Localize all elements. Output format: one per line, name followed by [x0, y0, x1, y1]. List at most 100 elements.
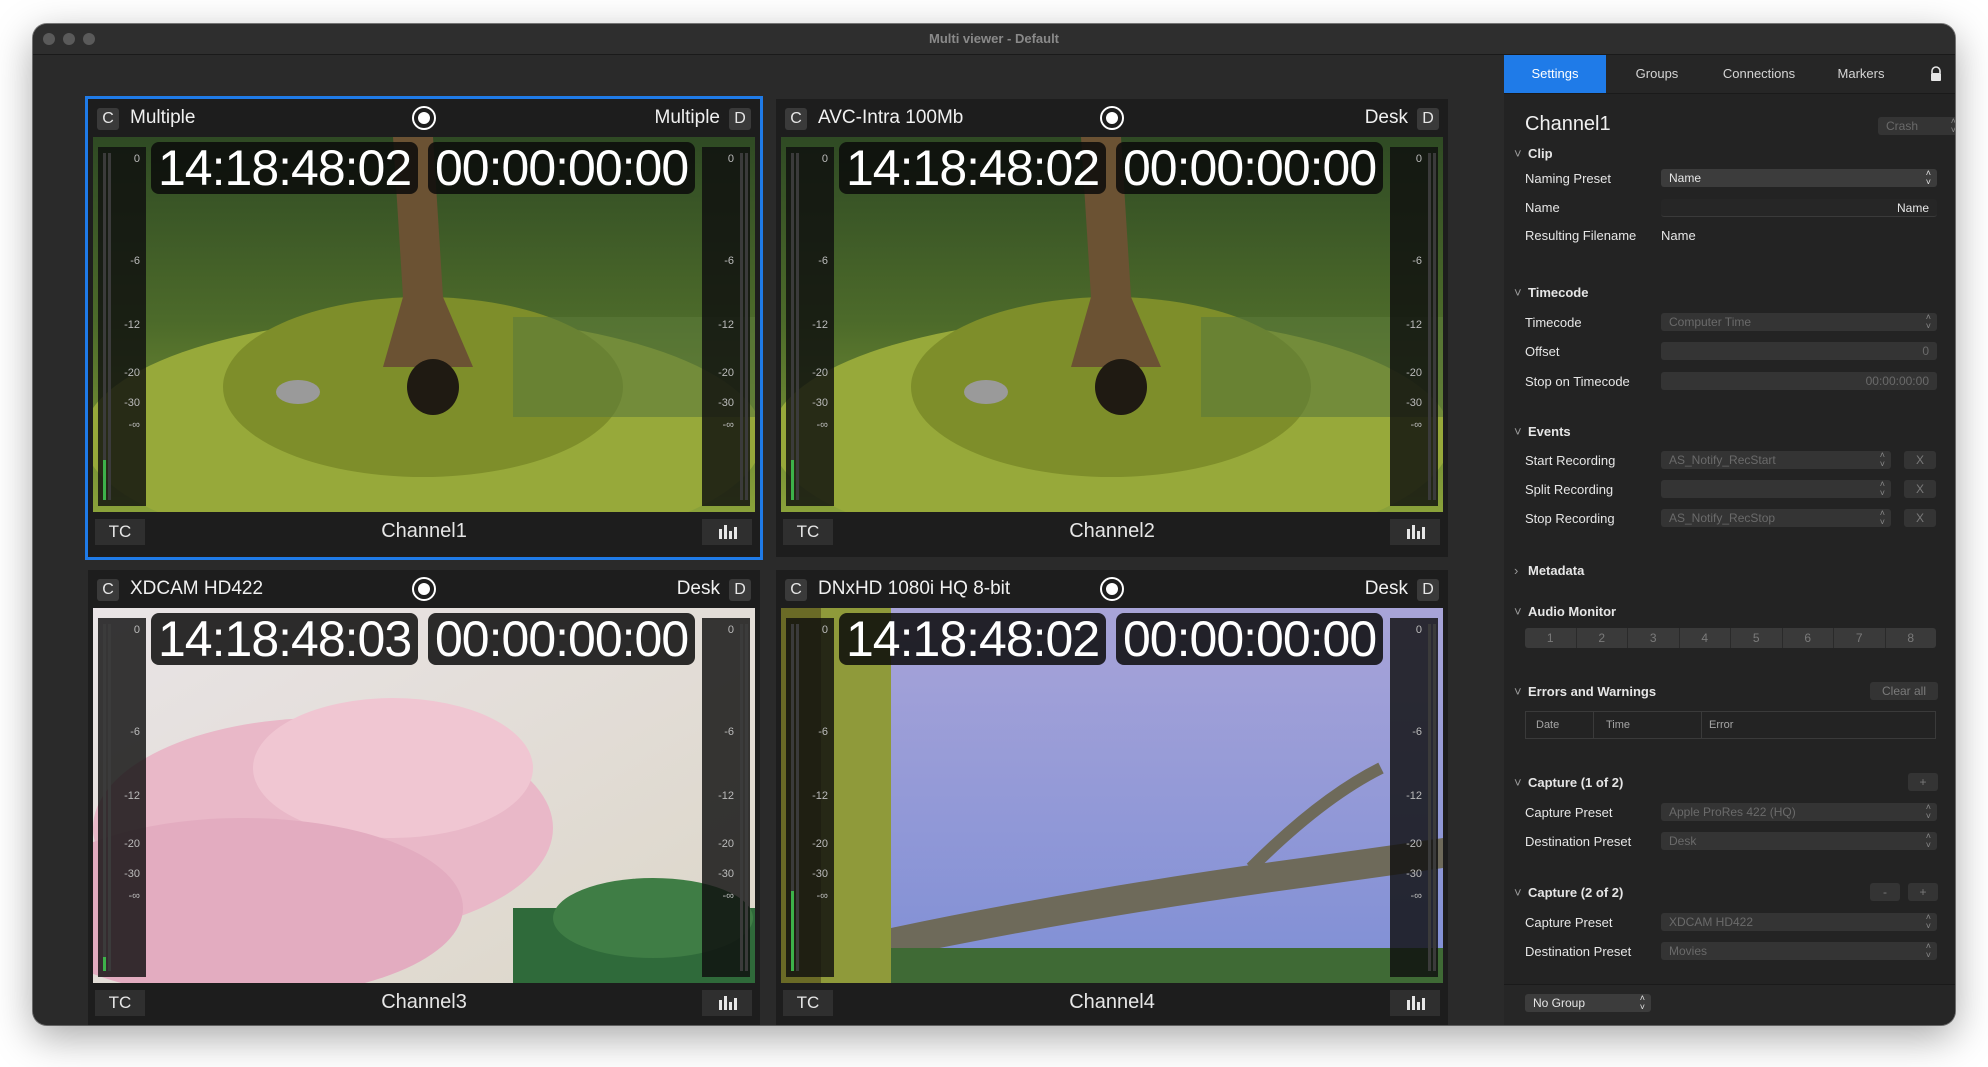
clear-all-button[interactable]: Clear all [1870, 682, 1938, 700]
audio-channel-6[interactable]: 6 [1783, 628, 1834, 648]
channel-tile-4[interactable]: C DNxHD 1080i HQ 8-bit Desk D 0 -6 -12 -… [776, 570, 1448, 1025]
video-preview: 0 -6 -12 -20 -30 -∞ 0 -6 -12 -20 -30 -∞ … [93, 608, 755, 983]
tab-connections[interactable]: Connections [1708, 55, 1810, 93]
capture-preset-label: AVC-Intra 100Mb [818, 107, 964, 128]
add-capture-button[interactable]: + [1908, 773, 1938, 791]
audio-channel-4[interactable]: 4 [1680, 628, 1731, 648]
destination-label: Multiple [654, 107, 720, 128]
section-events[interactable]: ˅ Events [1514, 424, 1571, 439]
audio-meter-left: 0 -6 -12 -20 -30 -∞ [98, 618, 146, 977]
record-button[interactable] [412, 577, 436, 601]
split-recording-clear-button[interactable]: X [1904, 480, 1936, 498]
column-error: Error [1709, 719, 1734, 731]
tile-header: C AVC-Intra 100Mb Desk D [776, 99, 1448, 137]
inspector-tabs: Settings Groups Connections Markers [1504, 55, 1955, 94]
channel-tile-3[interactable]: C XDCAM HD422 Desk D 0 -6 -12 -20 -30 -∞… [88, 570, 760, 1025]
lock-icon[interactable] [1929, 66, 1943, 82]
levels-icon[interactable] [702, 519, 752, 545]
channel-tile-1[interactable]: C Multiple Multiple D 0 -6 -12 -20 -30 -… [85, 96, 763, 560]
stop-on-timecode-input[interactable]: 00:00:00:00 [1661, 372, 1937, 390]
add-capture-button-2[interactable]: + [1908, 883, 1938, 901]
capture-preset-label: Capture Preset [1525, 805, 1613, 820]
section-capture-2[interactable]: ˅ Capture (2 of 2) [1514, 885, 1623, 900]
offset-label: Offset [1525, 344, 1560, 359]
remove-capture-button[interactable]: - [1870, 883, 1900, 901]
audio-meter-left: 0 -6 -12 -20 -30 -∞ [786, 147, 834, 506]
destination-preset-select-2[interactable]: Movies ˄ ˅ [1661, 942, 1937, 960]
levels-icon[interactable] [1390, 990, 1440, 1016]
tab-settings[interactable]: Settings [1504, 55, 1606, 93]
capture-preset-label-2: Capture Preset [1525, 915, 1613, 930]
offset-input[interactable]: 0 [1661, 342, 1937, 360]
channel-name: Channel4 [1069, 991, 1155, 1013]
capture-preset-select-2[interactable]: XDCAM HD422 ˄ ˅ [1661, 913, 1937, 931]
audio-channel-5[interactable]: 5 [1731, 628, 1783, 648]
tab-groups[interactable]: Groups [1606, 55, 1708, 93]
destination-badge[interactable]: D [1417, 579, 1439, 601]
column-time: Time [1606, 719, 1631, 731]
audio-channel-selector[interactable]: 1 2 3 4 5 6 7 8 [1525, 628, 1936, 648]
destination-badge[interactable]: D [1417, 108, 1439, 130]
section-capture-1[interactable]: ˅ Capture (1 of 2) [1514, 775, 1623, 790]
video-preview: 0 -6 -12 -20 -30 -∞ 0 -6 -12 -20 -30 -∞ … [781, 608, 1443, 983]
destination-label: Desk [676, 578, 720, 599]
start-recording-clear-button[interactable]: X [1904, 451, 1936, 469]
tab-markers[interactable]: Markers [1810, 55, 1912, 93]
timecode-label: Timecode [1525, 315, 1582, 330]
video-preview: 0 -6 -12 -20 -30 -∞ 0 -6 -12 -20 -30 -∞ … [781, 137, 1443, 512]
split-recording-select[interactable]: ˄ ˅ [1661, 480, 1891, 498]
audio-meter-left: 0 -6 -12 -20 -30 -∞ [98, 147, 146, 506]
name-input[interactable]: Name [1661, 199, 1937, 217]
timecode-select[interactable]: Computer Time ˄ ˅ [1661, 313, 1937, 331]
destination-badge[interactable]: D [729, 579, 751, 601]
section-errors-warnings[interactable]: ˅ Errors and Warnings [1514, 684, 1656, 699]
destination-preset-select[interactable]: Desk ˄ ˅ [1661, 832, 1937, 850]
stop-recording-clear-button[interactable]: X [1904, 509, 1936, 527]
clip-badge[interactable]: C [785, 108, 807, 130]
audio-channel-3[interactable]: 3 [1628, 628, 1680, 648]
audio-channel-7[interactable]: 7 [1834, 628, 1886, 648]
timecode-display: 14:18:48:02 [839, 142, 1107, 194]
section-timecode[interactable]: ˅ Timecode [1514, 285, 1588, 300]
destination-label: Desk [1364, 107, 1408, 128]
tile-footer: TC Channel1 [88, 512, 760, 557]
audio-channel-8[interactable]: 8 [1886, 628, 1937, 648]
column-date: Date [1536, 719, 1560, 731]
levels-icon[interactable] [702, 990, 752, 1016]
destination-label: Desk [1364, 578, 1408, 599]
split-recording-label: Split Recording [1525, 482, 1614, 497]
destination-badge[interactable]: D [729, 108, 751, 130]
title-bar: Multi viewer - Default [33, 24, 1955, 55]
channel-name: Channel1 [381, 520, 467, 542]
crash-select[interactable]: Crash ˄ ˅ [1878, 117, 1955, 135]
audio-channel-1[interactable]: 1 [1525, 628, 1577, 648]
clip-badge[interactable]: C [97, 579, 119, 601]
stop-on-timecode-label: Stop on Timecode [1525, 374, 1630, 389]
channel-tile-2[interactable]: C AVC-Intra 100Mb Desk D 0 -6 -12 -20 -3… [776, 99, 1448, 557]
audio-meter-right: 0 -6 -12 -20 -30 -∞ [1390, 147, 1438, 506]
section-audio-monitor[interactable]: ˅ Audio Monitor [1514, 604, 1616, 619]
tile-header: C XDCAM HD422 Desk D [88, 570, 760, 608]
duration-display: 00:00:00:00 [1116, 613, 1384, 665]
tile-footer: TC Channel4 [776, 983, 1448, 1025]
stop-recording-select[interactable]: AS_Notify_RecStop ˄ ˅ [1661, 509, 1891, 527]
start-recording-select[interactable]: AS_Notify_RecStart ˄ ˅ [1661, 451, 1891, 469]
naming-preset-select[interactable]: Name ˄ ˅ [1661, 169, 1937, 187]
duration-display: 00:00:00:00 [1116, 142, 1384, 194]
levels-icon[interactable] [1390, 519, 1440, 545]
record-button[interactable] [412, 106, 436, 130]
viewer-grid: C Multiple Multiple D 0 -6 -12 -20 -30 -… [33, 55, 1503, 1025]
section-metadata[interactable]: › Metadata [1514, 563, 1584, 578]
duration-display: 00:00:00:00 [428, 142, 696, 194]
capture-preset-select[interactable]: Apple ProRes 422 (HQ) ˄ ˅ [1661, 803, 1937, 821]
clip-badge[interactable]: C [785, 579, 807, 601]
record-button[interactable] [1100, 577, 1124, 601]
window-title: Multi viewer - Default [928, 31, 1060, 46]
tile-header: C Multiple Multiple D [88, 99, 760, 137]
record-button[interactable] [1100, 106, 1124, 130]
group-select[interactable]: No Group ˄ ˅ [1525, 994, 1651, 1012]
audio-channel-2[interactable]: 2 [1577, 628, 1628, 648]
section-clip[interactable]: ˅ Clip [1514, 146, 1553, 161]
clip-badge[interactable]: C [97, 108, 119, 130]
name-label: Name [1525, 200, 1560, 215]
